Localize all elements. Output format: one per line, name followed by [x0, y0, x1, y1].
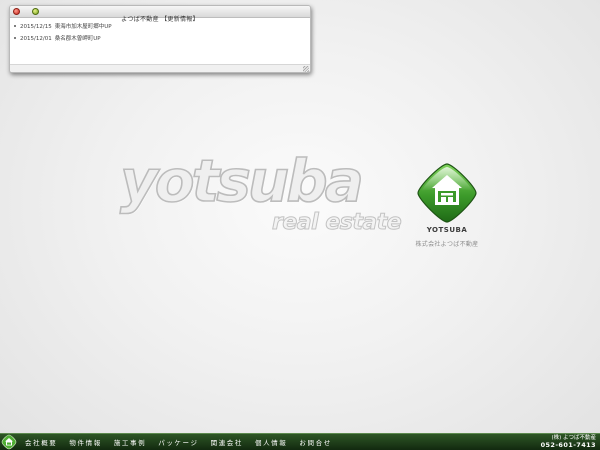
footer-contact: (株) よつば不動産 052-601-7413	[541, 435, 596, 449]
nav-item-affiliates[interactable]: 関連会社	[211, 437, 243, 447]
news-window: よつば不動産 【更新情報】 2015/12/15 東海市加木屋町郷中UP 2015…	[9, 5, 311, 73]
nav-item-works[interactable]: 施工事例	[114, 437, 146, 447]
news-text: 東海市加木屋町郷中UP	[54, 24, 112, 30]
close-button-icon[interactable]	[13, 8, 20, 15]
news-item[interactable]: 2015/12/01 桑名郡木曽岬町UP	[14, 33, 310, 45]
footer-nav: 会社概要 物件情報 施工事例 パッケージ 関連会社 個人情報 お問合せ	[25, 434, 344, 450]
nav-item-properties[interactable]: 物件情報	[69, 437, 101, 447]
nav-item-package[interactable]: パッケージ	[158, 437, 198, 447]
news-window-titlebar[interactable]: よつば不動産 【更新情報】	[10, 6, 310, 23]
bullet-icon	[14, 25, 16, 27]
news-date: 2015/12/01	[20, 36, 52, 42]
logo-tagline: real estate	[271, 210, 402, 235]
nav-item-contact[interactable]: お問合せ	[299, 437, 331, 447]
nav-item-privacy[interactable]: 個人情報	[255, 437, 287, 447]
bullet-icon	[14, 37, 16, 39]
logo-wordmark: yotsuba	[119, 147, 364, 215]
footer-nav-bar: 会社概要 物件情報 施工事例 パッケージ 関連会社 個人情報 お問合せ (株) …	[0, 433, 600, 450]
emblem-brand: YOTSUBA	[426, 226, 468, 234]
minimize-button-icon[interactable]	[32, 8, 39, 15]
contact-phone: 052-601-7413	[540, 441, 596, 449]
yotsuba-house-emblem-icon	[417, 163, 477, 223]
news-date: 2015/12/15	[20, 24, 52, 30]
nav-item-company[interactable]: 会社概要	[25, 437, 57, 447]
resize-grip-icon[interactable]	[303, 66, 309, 72]
company-name: 株式会社よつば不動産	[415, 241, 479, 248]
news-window-statusbar	[10, 64, 310, 72]
news-window-title: よつば不動産 【更新情報】	[121, 16, 199, 23]
news-text: 桑名郡木曽岬町UP	[54, 36, 101, 42]
yotsuba-small-emblem-icon[interactable]	[1, 434, 17, 450]
